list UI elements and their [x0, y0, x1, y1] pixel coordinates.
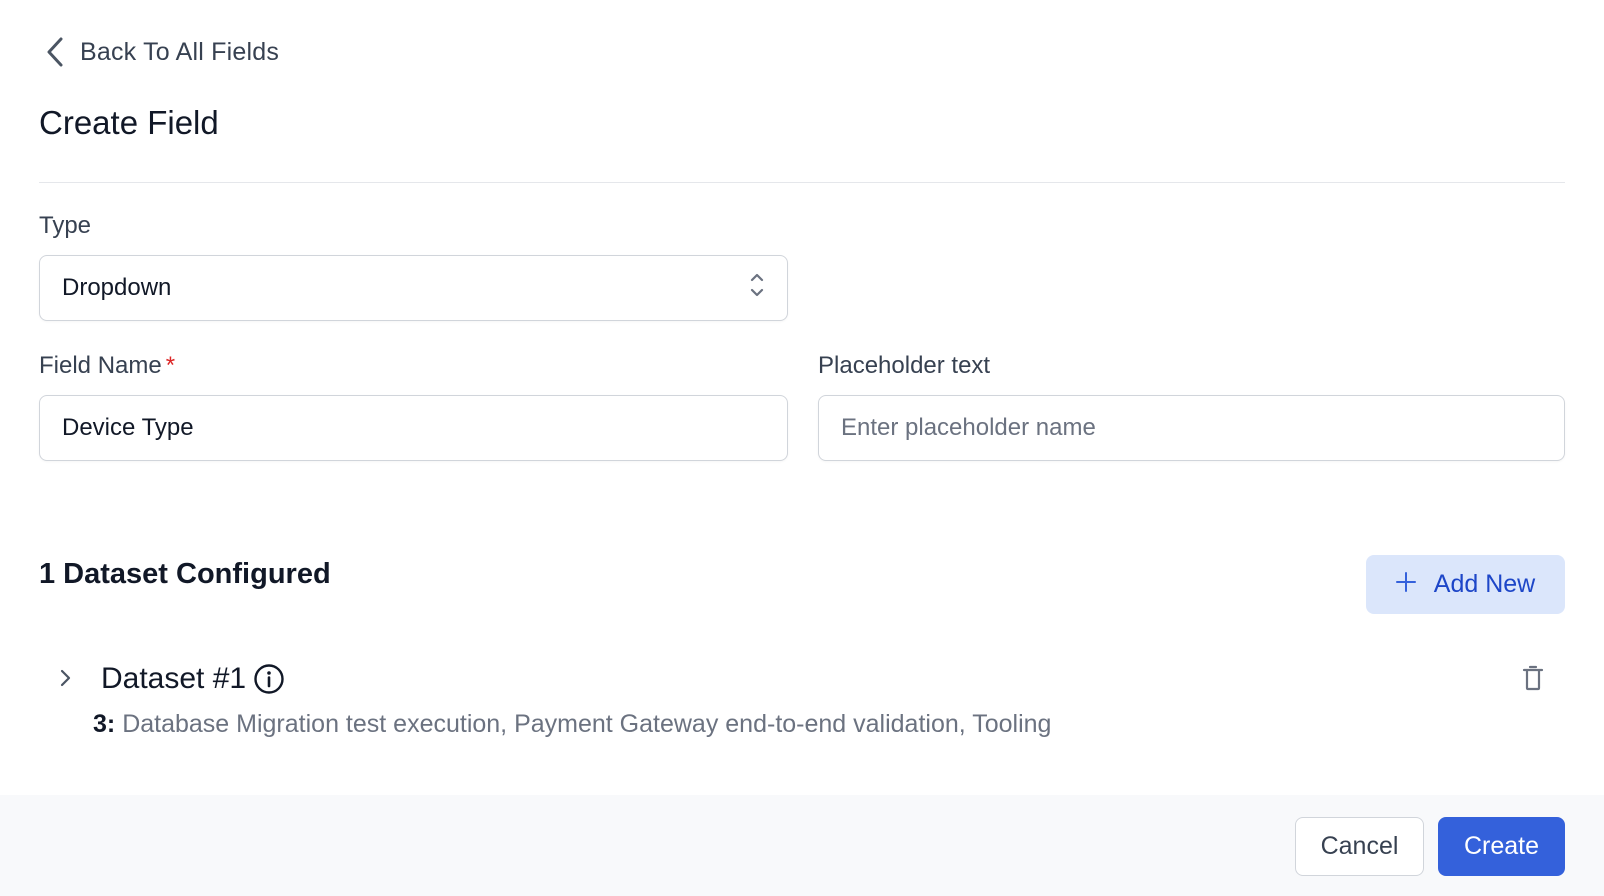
chevron-up-down-icon: [749, 270, 765, 307]
dataset-options-text: Database Migration test execution, Payme…: [122, 710, 1052, 738]
required-marker: *: [165, 352, 176, 379]
cancel-button[interactable]: Cancel: [1295, 817, 1424, 876]
dataset-summary: 3: Database Migration test execution, Pa…: [93, 710, 1051, 739]
chevron-right-icon[interactable]: [55, 666, 75, 690]
back-link-label: Back To All Fields: [80, 37, 280, 66]
dataset-name: Dataset #1: [101, 662, 247, 695]
add-new-label: Add New: [1433, 570, 1536, 598]
dataset-item: Dataset #1 3: Database Migration test ex…: [39, 650, 1565, 750]
add-new-dataset-button[interactable]: Add New: [1366, 555, 1565, 614]
back-to-all-fields-link[interactable]: Back To All Fields: [44, 36, 279, 68]
field-name-input-wrapper: [39, 395, 788, 461]
page-title: Create Field: [39, 104, 219, 141]
type-label: Type: [39, 212, 92, 239]
placeholder-text-input-wrapper: [818, 395, 1565, 461]
create-button[interactable]: Create: [1438, 817, 1565, 876]
datasets-configured-title: 1 Dataset Configured: [39, 558, 331, 590]
trash-icon[interactable]: [1522, 665, 1544, 696]
create-field-page: Back To All Fields Create Field Type Dro…: [0, 0, 1604, 896]
field-name-label-text: Field Name: [39, 352, 162, 379]
placeholder-text-label: Placeholder text: [818, 352, 991, 379]
info-icon[interactable]: [253, 663, 285, 700]
header-divider: [39, 182, 1565, 183]
type-selected-value: Dropdown: [62, 274, 172, 301]
field-name-label: Field Name *: [39, 352, 175, 380]
placeholder-text-input[interactable]: [841, 414, 1542, 442]
chevron-left-icon: [44, 36, 66, 68]
plus-icon: [1395, 570, 1416, 599]
field-name-input[interactable]: [62, 414, 765, 442]
type-select[interactable]: Dropdown: [39, 255, 788, 321]
dataset-option-count: 3:: [93, 710, 116, 738]
